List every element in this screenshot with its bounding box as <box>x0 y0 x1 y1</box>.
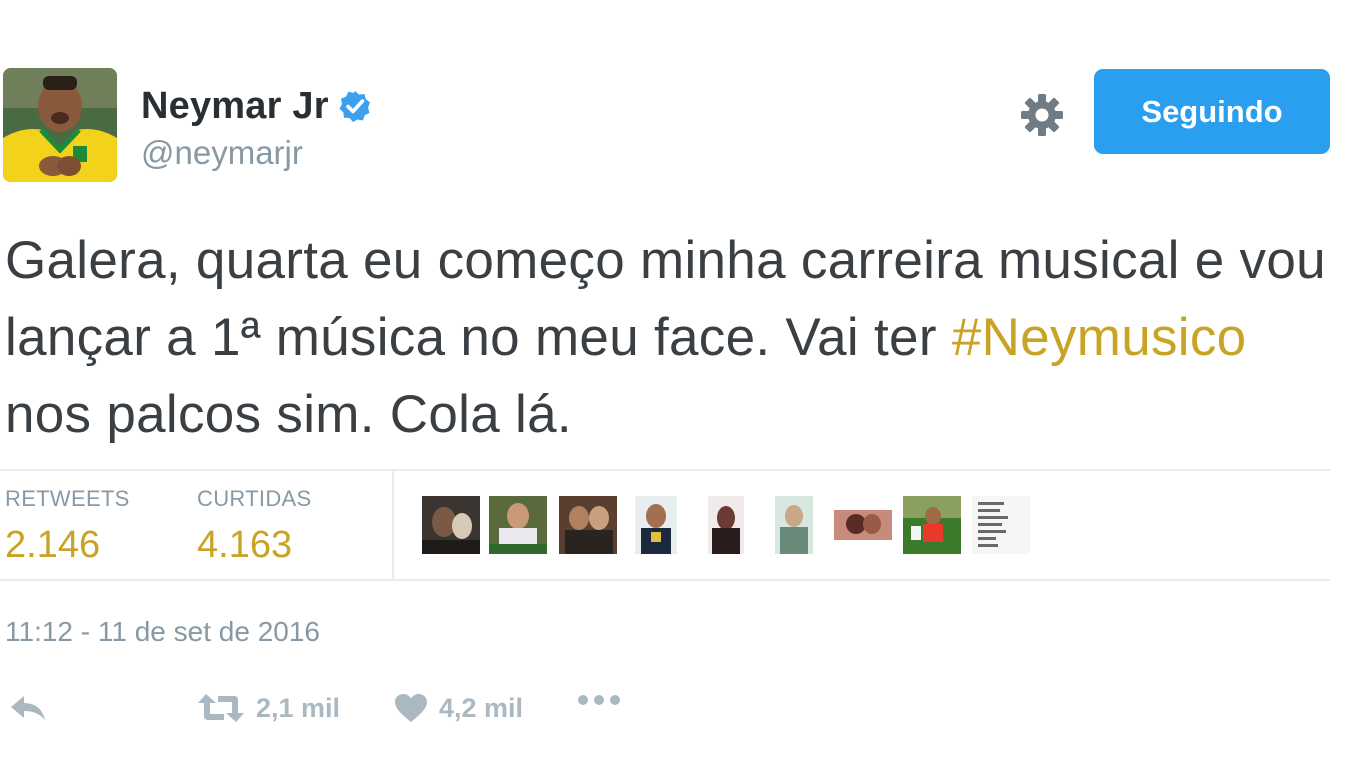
liker-avatar-image <box>972 496 1030 554</box>
liker-avatar[interactable] <box>708 496 744 554</box>
more-button[interactable] <box>576 692 622 708</box>
liker-avatar-image <box>834 496 892 554</box>
stats-separator <box>392 470 394 580</box>
retweet-button[interactable]: 2,1 mil <box>196 692 340 724</box>
hashtag-link[interactable]: #Neymusico <box>952 308 1247 367</box>
liker-avatar[interactable] <box>903 496 961 554</box>
liker-avatar-image <box>708 496 744 554</box>
liker-avatar-image <box>903 496 961 554</box>
liker-avatar-image <box>635 496 677 554</box>
user-handle[interactable]: @neymarjr <box>141 134 303 172</box>
likes-stat[interactable]: CURTIDAS 4.163 <box>197 486 311 567</box>
tweet-text-part: nos palcos sim. Cola lá. <box>5 385 572 444</box>
liker-avatar[interactable] <box>422 496 480 554</box>
following-button[interactable]: Seguindo <box>1094 69 1330 154</box>
retweet-icon <box>198 694 244 722</box>
liker-avatar[interactable] <box>635 496 677 554</box>
retweet-count: 2,1 mil <box>256 692 341 723</box>
liker-avatar-image <box>559 496 617 554</box>
reply-icon <box>11 696 45 720</box>
user-name-row: Neymar Jr <box>141 84 372 128</box>
like-button[interactable]: 4,2 mil <box>393 692 523 724</box>
verified-badge-icon <box>339 91 370 122</box>
retweets-stat[interactable]: RETWEETS 2.146 <box>5 486 130 567</box>
liker-avatar[interactable] <box>489 496 547 554</box>
retweets-label: RETWEETS <box>5 486 130 511</box>
liker-avatar[interactable] <box>775 496 813 554</box>
likes-label: CURTIDAS <box>197 486 312 511</box>
tweet-timestamp[interactable]: 11:12 - 11 de set de 2016 <box>5 616 320 648</box>
avatar[interactable] <box>3 68 117 182</box>
divider <box>0 579 1330 581</box>
liker-avatar[interactable] <box>972 496 1030 554</box>
liker-avatar-image <box>422 496 480 554</box>
retweets-value: 2.146 <box>5 524 101 566</box>
liker-avatar[interactable] <box>834 496 892 554</box>
like-count: 4,2 mil <box>439 692 524 723</box>
likes-value: 4.163 <box>197 524 293 566</box>
liker-avatar[interactable] <box>559 496 617 554</box>
gear-icon[interactable] <box>1019 92 1065 138</box>
divider <box>0 469 1330 471</box>
more-icon <box>578 695 620 705</box>
heart-icon <box>395 694 427 722</box>
tweet-text: Galera, quarta eu começo minha carreira … <box>5 222 1340 453</box>
reply-button[interactable] <box>8 692 48 724</box>
liker-avatar-image <box>775 496 813 554</box>
tweet-card: Neymar Jr @neymarjr Seguindo Galera, qua… <box>0 0 1347 758</box>
avatar-image <box>3 68 117 182</box>
liker-avatar-image <box>489 496 547 554</box>
display-name[interactable]: Neymar Jr <box>141 85 329 128</box>
